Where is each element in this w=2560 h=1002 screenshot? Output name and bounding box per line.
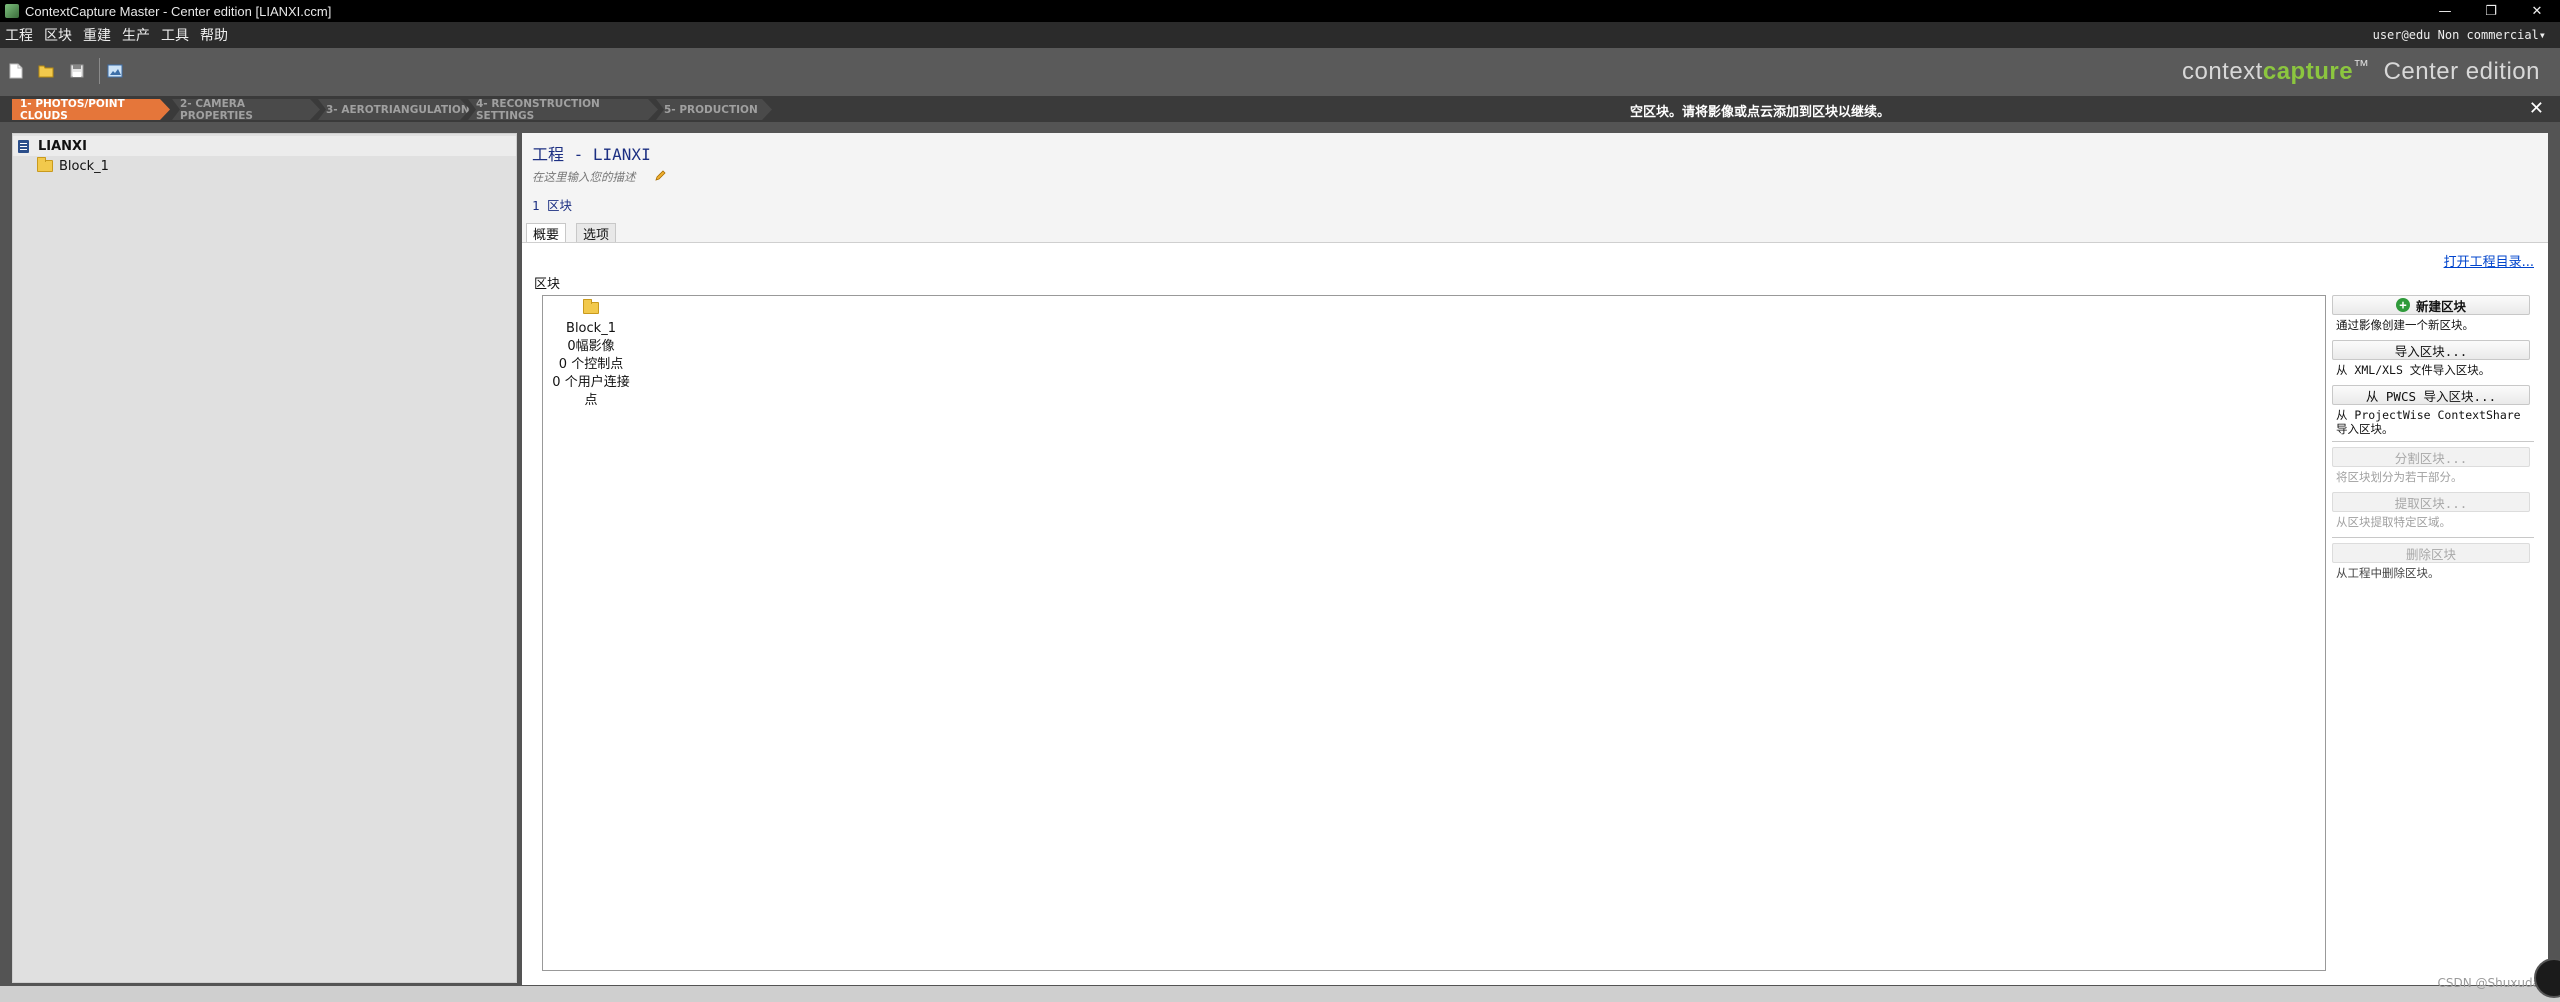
wizard-close-button[interactable]: ✕ [2529, 98, 2544, 119]
block-card-user-tie-points: 0 个用户连接点 [552, 375, 630, 408]
split-block-description: 将区块划分为若干部分。 [2336, 470, 2463, 484]
new-block-button[interactable]: + 新建区块 [2332, 295, 2530, 315]
wizard-step-production[interactable]: 5- PRODUCTION [656, 99, 772, 120]
import-pwcs-button[interactable]: 从 PWCS 导入区块... [2332, 385, 2530, 405]
wizard-step-photos[interactable]: 1- PHOTOS/POINT CLOUDS [12, 99, 170, 120]
import-block-button[interactable]: 导入区块... [2332, 340, 2530, 360]
tree-item-block[interactable]: Block_1 [13, 156, 109, 176]
wizard-step-aerotriangulation[interactable]: 3- AEROTRIANGULATION [318, 99, 470, 120]
tab-general[interactable]: 概要 [526, 223, 567, 243]
import-block-description: 从 XML/XLS 文件导入区块。 [2336, 363, 2491, 377]
tab-options[interactable]: 选项 [576, 223, 617, 243]
window-title-bar: ContextCapture Master - Center edition [… [0, 0, 2560, 22]
restore-button[interactable]: ❐ [2468, 0, 2514, 22]
project-tree-panel: LIANXI Block_1 [12, 133, 517, 983]
open-folder-icon [38, 65, 54, 78]
save-project-button[interactable] [66, 60, 88, 82]
toolbar: contextcapture™ Center edition [0, 48, 2560, 96]
contextcapture-brand-logo: contextcapture™ Center edition [2181, 58, 2540, 85]
menu-tools[interactable]: 工具 [156, 25, 195, 45]
blocks-list-view[interactable]: Block_1 0幅影像 0 个控制点 0 个用户连接点 [542, 295, 2326, 971]
new-file-icon [9, 63, 23, 79]
menu-block[interactable]: 区块 [39, 25, 78, 45]
menu-production[interactable]: 生产 [117, 25, 156, 45]
block-card-name: Block_1 [566, 321, 616, 336]
actions-divider-2 [2332, 537, 2534, 538]
block-card-control-points: 0 个控制点 [558, 357, 624, 372]
project-main-panel: 工程 - LIANXI 在这里输入您的描述 1 区块 概要 选项 打开工程目录.… [522, 133, 2548, 985]
edit-pencil-icon[interactable] [654, 169, 668, 183]
status-bar [0, 986, 2560, 1002]
blocks-section-label: 区块 [534, 277, 561, 292]
open-project-directory-link[interactable]: 打开工程目录... [2444, 251, 2534, 270]
actions-divider [2332, 441, 2534, 442]
delete-block-description: 从工程中删除区块。 [2336, 566, 2440, 580]
block-folder-icon [583, 299, 599, 314]
window-title: ContextCapture Master - Center edition [… [25, 3, 332, 19]
wizard-step-camera-properties[interactable]: 2- CAMERA PROPERTIES [172, 99, 320, 120]
wizard-status-message: 空区块。请将影像或点云添加到区块以继续。 [1629, 105, 1890, 120]
add-icon: + [2395, 298, 2410, 312]
block-count-label: 1 区块 [532, 198, 573, 213]
project-description-field[interactable]: 在这里输入您的描述 [532, 169, 636, 185]
save-icon [70, 64, 84, 78]
project-file-icon [18, 139, 29, 153]
app-icon [5, 4, 19, 18]
new-project-button[interactable] [5, 60, 27, 82]
delete-block-button[interactable]: 删除区块 [2332, 543, 2530, 563]
viewer-icon [107, 64, 123, 78]
menu-project[interactable]: 工程 [0, 25, 39, 45]
minimize-button[interactable]: — [2422, 0, 2468, 22]
menu-help[interactable]: 帮助 [195, 25, 234, 45]
workflow-wizard-bar: 1- PHOTOS/POINT CLOUDS 2- CAMERA PROPERT… [0, 96, 2560, 122]
page-title: 工程 - LIANXI [532, 145, 651, 164]
tree-item-project[interactable]: LIANXI [13, 136, 516, 156]
extract-block-description: 从区块提取特定区域。 [2336, 515, 2451, 529]
tree-item-block-label: Block_1 [59, 158, 109, 174]
wizard-step-reconstruction-settings[interactable]: 4- RECONSTRUCTION SETTINGS [468, 99, 658, 120]
toolbar-separator [99, 58, 100, 84]
watermark: CSDN @Shuxuda [2437, 976, 2540, 990]
folder-icon [37, 157, 53, 172]
block-card[interactable]: Block_1 0幅影像 0 个控制点 0 个用户连接点 [546, 298, 636, 410]
close-window-button[interactable]: ✕ [2514, 0, 2560, 22]
import-pwcs-description: 从 ProjectWise ContextShare 导入区块。 [2336, 408, 2521, 436]
extract-block-button[interactable]: 提取区块... [2332, 492, 2530, 512]
new-block-description: 通过影像创建一个新区块。 [2336, 318, 2474, 332]
tree-item-project-label: LIANXI [38, 138, 87, 154]
open-project-button[interactable] [35, 60, 57, 82]
block-card-photos: 0幅影像 [567, 339, 615, 354]
split-block-button[interactable]: 分割区块... [2332, 447, 2530, 467]
menu-bar: 工程 区块 重建 生产 工具 帮助 user@edu Non commercia… [0, 22, 2560, 48]
general-tab-content: 打开工程目录... 区块 Block_1 0幅影像 0 个控制点 0 个用户连接… [522, 243, 2548, 985]
user-account-menu[interactable]: user@edu Non commercial▾ [2373, 28, 2546, 42]
menu-reconstruction[interactable]: 重建 [78, 25, 117, 45]
acute3d-viewer-button[interactable] [104, 60, 126, 82]
